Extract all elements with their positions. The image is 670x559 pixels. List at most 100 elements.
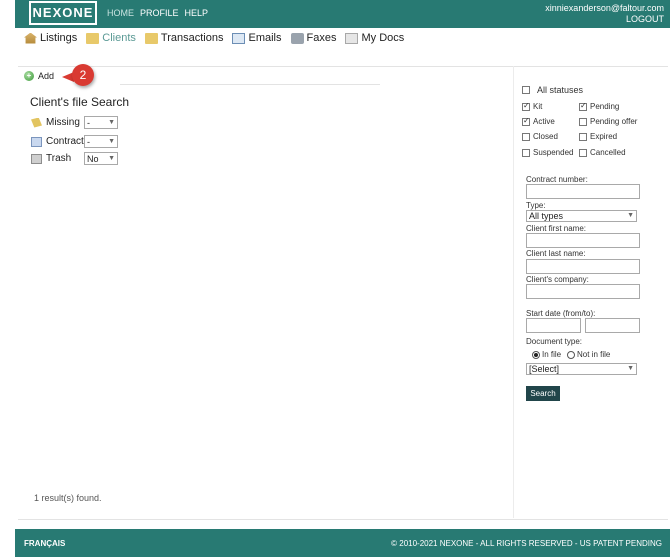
checkbox-closed[interactable]: Closed bbox=[522, 132, 558, 141]
start-date-to-input[interactable] bbox=[585, 318, 640, 333]
main-nav-clients[interactable]: Clients bbox=[86, 32, 136, 44]
last-name-label: Client last name: bbox=[526, 249, 586, 258]
divider bbox=[18, 66, 668, 67]
select-value: No bbox=[87, 153, 99, 164]
marker-number: 2 bbox=[72, 64, 94, 86]
results-count: 1 result(s) found. bbox=[34, 493, 102, 503]
radio-label: Not in file bbox=[577, 350, 611, 359]
panel-divider bbox=[513, 66, 514, 518]
checkbox-label: Cancelled bbox=[590, 148, 626, 157]
main-nav: Listings Clients Transactions Emails Fax… bbox=[24, 32, 404, 44]
type-label: Type: bbox=[526, 201, 546, 210]
checkbox-label: Active bbox=[533, 117, 555, 126]
checkbox-box bbox=[522, 116, 530, 126]
divider bbox=[120, 84, 380, 85]
document-type-select[interactable]: [Select] ▼ bbox=[526, 363, 637, 375]
main-nav-faxes[interactable]: Faxes bbox=[290, 32, 337, 44]
step-marker: 2 bbox=[62, 64, 102, 86]
select-value: - bbox=[87, 136, 90, 147]
main-nav-label: Transactions bbox=[160, 32, 224, 44]
footer: FRANÇAIS © 2010-2021 NEXONE - ALL RIGHTS… bbox=[15, 529, 670, 557]
printer-icon bbox=[290, 32, 304, 44]
checkbox-label: Expired bbox=[590, 132, 618, 141]
folder-icon bbox=[144, 32, 158, 44]
main-nav-listings[interactable]: Listings bbox=[24, 32, 77, 44]
checkbox-box bbox=[579, 148, 587, 157]
checkbox-all-statuses[interactable]: All statuses bbox=[522, 85, 583, 95]
search-title: Client's file Search bbox=[30, 95, 129, 109]
envelope-icon bbox=[232, 32, 246, 44]
type-select[interactable]: All types ▼ bbox=[526, 210, 637, 222]
select-value: - bbox=[87, 117, 90, 128]
main-nav-label: Faxes bbox=[306, 32, 337, 44]
filter-trash: Trash No ▼ bbox=[31, 152, 118, 165]
main-nav-label: Emails bbox=[248, 32, 282, 44]
radio-not-in-file[interactable]: Not in file bbox=[567, 350, 610, 359]
filter-missing: Missing - ▼ bbox=[31, 116, 118, 129]
contract-number-input[interactable] bbox=[526, 184, 640, 199]
chevron-down-icon: ▼ bbox=[627, 365, 634, 372]
add-icon: + bbox=[24, 71, 34, 81]
radio-dot bbox=[567, 350, 575, 359]
nav-help-link[interactable]: HELP bbox=[185, 8, 209, 18]
missing-icon bbox=[31, 117, 42, 128]
contract-icon bbox=[31, 136, 42, 147]
contract-number-label: Contract number: bbox=[526, 175, 588, 184]
page: NEXONE HOME PROFILE HELP xinniexanderson… bbox=[0, 0, 670, 559]
main-nav-label: Listings bbox=[40, 32, 78, 44]
checkbox-box bbox=[579, 117, 587, 126]
language-link[interactable]: FRANÇAIS bbox=[24, 539, 65, 548]
start-date-from-input[interactable] bbox=[526, 318, 581, 333]
checkbox-box bbox=[579, 101, 587, 111]
chevron-down-icon: ▼ bbox=[108, 155, 115, 162]
last-name-input[interactable] bbox=[526, 259, 640, 274]
contract-select[interactable]: - ▼ bbox=[84, 135, 118, 148]
main-nav-my-docs[interactable]: My Docs bbox=[345, 32, 404, 44]
filter-label: Missing bbox=[46, 117, 80, 128]
first-name-input[interactable] bbox=[526, 233, 640, 248]
main-nav-emails[interactable]: Emails bbox=[232, 32, 282, 44]
chevron-down-icon: ▼ bbox=[108, 119, 115, 126]
document-type-label: Document type: bbox=[526, 337, 583, 346]
divider bbox=[18, 519, 668, 520]
checkbox-label: Kit bbox=[533, 102, 543, 111]
logout-link[interactable]: LOGOUT bbox=[626, 14, 664, 24]
checkbox-box bbox=[522, 86, 530, 94]
select-value: All types bbox=[529, 211, 564, 221]
checkbox-suspended[interactable]: Suspended bbox=[522, 148, 573, 157]
select-value: [Select] bbox=[529, 364, 560, 374]
main-nav-label: Clients bbox=[102, 32, 136, 44]
add-button[interactable]: + Add bbox=[24, 71, 54, 81]
chevron-down-icon: ▼ bbox=[627, 212, 634, 219]
nav-home-link[interactable]: HOME bbox=[107, 8, 134, 18]
checkbox-box bbox=[522, 101, 530, 111]
main-nav-label: My Docs bbox=[361, 32, 405, 44]
radio-in-file[interactable]: In file bbox=[532, 350, 561, 359]
company-label: Client's company: bbox=[526, 275, 589, 284]
nav-profile-link[interactable]: PROFILE bbox=[140, 8, 179, 18]
checkbox-expired[interactable]: Expired bbox=[579, 132, 617, 141]
first-name-label: Client first name: bbox=[526, 224, 587, 233]
top-bar: NEXONE HOME PROFILE HELP xinniexanderson… bbox=[15, 0, 670, 28]
checkbox-active[interactable]: Active bbox=[522, 116, 555, 126]
checkbox-box bbox=[522, 148, 530, 157]
nexone-logo[interactable]: NEXONE bbox=[29, 1, 97, 25]
user-email: xinniexanderson@faltour.com bbox=[545, 3, 664, 13]
checkbox-pending-offer[interactable]: Pending offer bbox=[579, 117, 637, 126]
house-icon bbox=[24, 32, 37, 44]
main-nav-transactions[interactable]: Transactions bbox=[144, 32, 224, 44]
search-button[interactable]: Search bbox=[526, 386, 560, 401]
checkbox-label: Pending offer bbox=[590, 117, 638, 126]
top-nav: HOME PROFILE HELP bbox=[107, 8, 208, 18]
checkbox-pending[interactable]: Pending bbox=[579, 101, 620, 111]
folder-icon bbox=[86, 32, 100, 44]
documents-icon bbox=[345, 32, 359, 44]
company-input[interactable] bbox=[526, 284, 640, 299]
checkbox-label: Pending bbox=[590, 102, 620, 111]
checkbox-box bbox=[579, 132, 587, 141]
missing-select[interactable]: - ▼ bbox=[84, 116, 118, 129]
trash-select[interactable]: No ▼ bbox=[84, 152, 118, 165]
checkbox-cancelled[interactable]: Cancelled bbox=[579, 148, 626, 157]
checkbox-kit[interactable]: Kit bbox=[522, 101, 543, 111]
filter-label: Contract bbox=[46, 136, 84, 147]
